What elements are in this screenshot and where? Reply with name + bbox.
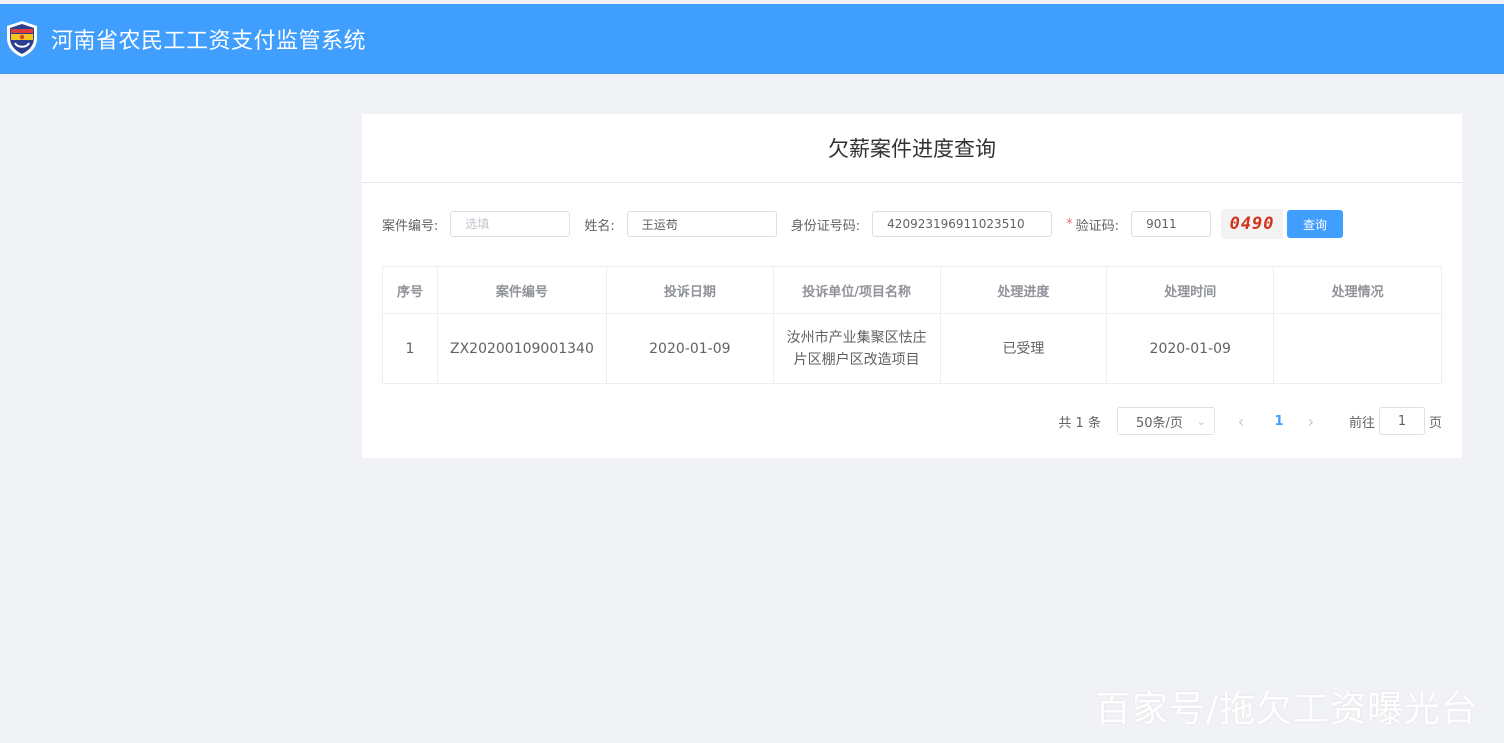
goto-page-input[interactable] (1378, 407, 1425, 435)
table-header-row: 序号 案件编号 投诉日期 投诉单位/项目名称 处理进度 处理时间 处理情况 (382, 266, 1442, 314)
cell-case-no: ZX20200109001340 (436, 313, 607, 384)
goto-label: 前往 (1348, 415, 1375, 431)
page-size-value: 50条/页 (1135, 415, 1183, 431)
query-panel: 欠薪案件进度查询 案件编号: 姓名: 身份证号码: * 验证码: 0490 查询… (362, 114, 1462, 458)
results-table: 序号 案件编号 投诉日期 投诉单位/项目名称 处理进度 处理时间 处理情况 1 … (382, 266, 1442, 384)
total-count: 共 1 条 (1058, 415, 1101, 431)
header-situation: 处理情况 (1273, 266, 1442, 314)
captcha-label: 验证码: (1075, 218, 1120, 234)
captcha-image[interactable]: 0490 (1221, 209, 1284, 239)
cell-situation (1273, 313, 1442, 384)
required-mark: * (1066, 216, 1073, 232)
header-complaint-date: 投诉日期 (605, 266, 774, 314)
name-input[interactable] (626, 211, 777, 237)
next-page-icon[interactable]: › (1299, 412, 1323, 431)
header-index: 序号 (382, 266, 438, 314)
id-number-input[interactable] (872, 211, 1053, 237)
cell-process-time: 2020-01-09 (1106, 313, 1275, 384)
header-unit-project: 投诉单位/项目名称 (772, 266, 941, 314)
page-number-current[interactable]: 1 (1259, 414, 1299, 429)
table-row[interactable]: 1 ZX20200109001340 2020-01-09 汝州市产业集聚区怯庄… (382, 313, 1442, 384)
chevron-down-icon: ⌄ (1196, 414, 1206, 428)
header-case-no: 案件编号 (436, 266, 607, 314)
name-label: 姓名: (584, 218, 615, 234)
captcha-input[interactable] (1131, 211, 1212, 237)
page-suffix: 页 (1428, 415, 1442, 431)
page-size-select[interactable]: 50条/页 ⌄ (1116, 407, 1215, 435)
cell-unit-project: 汝州市产业集聚区怯庄 片区棚户区改造项目 (772, 313, 941, 384)
cell-complaint-date: 2020-01-09 (605, 313, 774, 384)
prev-page-icon[interactable]: ‹ (1229, 412, 1253, 431)
query-button[interactable]: 查询 (1287, 210, 1344, 238)
unit-project-line2: 片区棚户区改造项目 (793, 351, 920, 368)
shield-badge-icon (7, 21, 37, 57)
panel-header: 欠薪案件进度查询 (362, 114, 1462, 183)
id-number-label: 身份证号码: (790, 218, 861, 234)
header-process-time: 处理时间 (1106, 266, 1275, 314)
case-no-label: 案件编号: (382, 218, 439, 234)
app-title: 河南省农民工工资支付监管系统 (51, 29, 367, 54)
top-header-bar: 河南省农民工工资支付监管系统 (0, 4, 1504, 74)
query-form: 案件编号: 姓名: 身份证号码: * 验证码: 0490 查询 (382, 209, 1344, 239)
pagination: 共 1 条 50条/页 ⌄ ‹ 1 › 前往 页 (1058, 406, 1442, 436)
watermark: 百家号/拖欠工资曝光台 (1094, 689, 1478, 730)
panel-title: 欠薪案件进度查询 (828, 137, 996, 161)
cell-index: 1 (382, 313, 438, 384)
header-progress: 处理进度 (939, 266, 1108, 314)
case-no-input[interactable] (450, 211, 571, 237)
cell-progress: 已受理 (939, 313, 1108, 384)
unit-project-line1: 汝州市产业集聚区怯庄 (786, 329, 927, 346)
